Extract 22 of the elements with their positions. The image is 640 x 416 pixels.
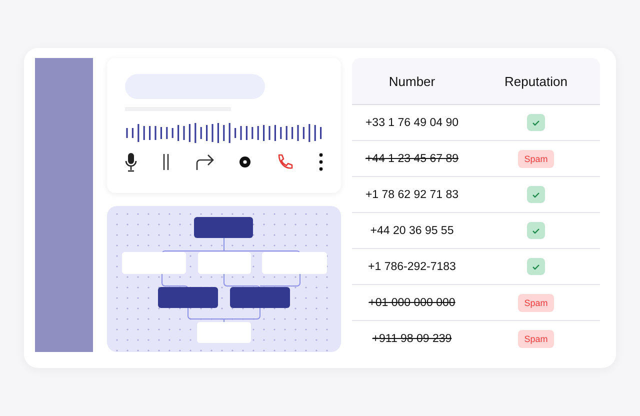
hang-up-phone-icon[interactable] <box>276 153 294 171</box>
phone-number: +44 1 23 45 67 89 <box>365 152 459 164</box>
phone-number: +33 1 76 49 04 90 <box>365 116 459 128</box>
phone-number: +44 20 36 95 55 <box>370 224 454 236</box>
column-header: Number <box>388 74 436 88</box>
check-icon <box>532 264 540 270</box>
spam-badge: Spam <box>518 330 554 348</box>
forward-arrow-icon[interactable] <box>194 153 215 171</box>
phone-number: +1 78 62 92 71 83 <box>365 188 459 200</box>
microphone-icon[interactable] <box>125 152 137 172</box>
check-icon <box>532 228 540 234</box>
phone-number: +01 000 000 000 <box>368 296 456 308</box>
phone-number: +1 786-292-7183 <box>368 260 456 272</box>
check-icon <box>532 120 540 126</box>
check-icon <box>532 192 540 198</box>
record-icon[interactable] <box>239 156 252 168</box>
spam-badge: Spam <box>518 294 554 312</box>
column-header: Reputation <box>504 74 568 88</box>
phone-number: +911 98 09 239 <box>372 332 452 344</box>
spam-badge: Spam <box>518 150 554 168</box>
pause-icon[interactable] <box>162 153 170 171</box>
more-options-icon[interactable] <box>318 153 323 171</box>
